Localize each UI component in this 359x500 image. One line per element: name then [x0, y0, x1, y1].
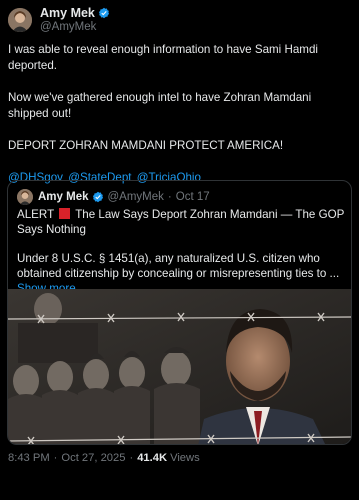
views-count: 41.4K: [137, 452, 168, 464]
tweet-time[interactable]: 8:43 PM: [8, 452, 50, 464]
quoted-tweet-text: ALERT The Law Says Deport Zohran Mamdani…: [17, 207, 347, 296]
tweet-paragraph: I was able to reveal enough information …: [8, 43, 318, 72]
verified-badge-icon: [92, 191, 103, 203]
tweet-date[interactable]: Oct 27, 2025: [61, 452, 125, 464]
quoted-author-avatar: [17, 189, 33, 205]
tweet-paragraph: Now we've gathered enough intel to have …: [8, 91, 312, 120]
quoted-author-name: Amy Mek: [38, 191, 89, 203]
views-label: Views: [170, 452, 200, 464]
alert-label: ALERT: [17, 208, 54, 221]
quoted-date: Oct 17: [175, 191, 210, 203]
red-square-icon: [59, 208, 71, 219]
author-avatar[interactable]: [8, 8, 32, 32]
tweet-body: I was able to reveal enough information …: [8, 42, 351, 186]
quoted-body: Under 8 U.S.C. § 1451(a), any naturalize…: [17, 252, 340, 280]
quoted-author-handle: @AmyMek: [107, 191, 164, 203]
tweet-paragraph: DEPORT ZOHRAN MAMDANI PROTECT AMERICA!: [8, 139, 284, 152]
quoted-tweet[interactable]: Amy Mek @AmyMek · Oct 17 ALERT The Law S…: [7, 180, 352, 445]
verified-badge-icon: [98, 7, 109, 19]
author-display-name[interactable]: Amy Mek: [40, 6, 95, 20]
quoted-tweet-image[interactable]: [8, 289, 352, 445]
meta-separator: ·: [129, 452, 134, 464]
tweet-footer: 8:43 PM · Oct 27, 2025 · 41.4K Views: [8, 452, 200, 464]
tweet-header: Amy Mek @AmyMek: [8, 6, 110, 34]
author-handle[interactable]: @AmyMek: [40, 20, 110, 34]
quoted-tweet-header: Amy Mek @AmyMek · Oct 17: [17, 189, 210, 205]
meta-separator: ·: [53, 452, 58, 464]
meta-separator: ·: [167, 191, 172, 203]
